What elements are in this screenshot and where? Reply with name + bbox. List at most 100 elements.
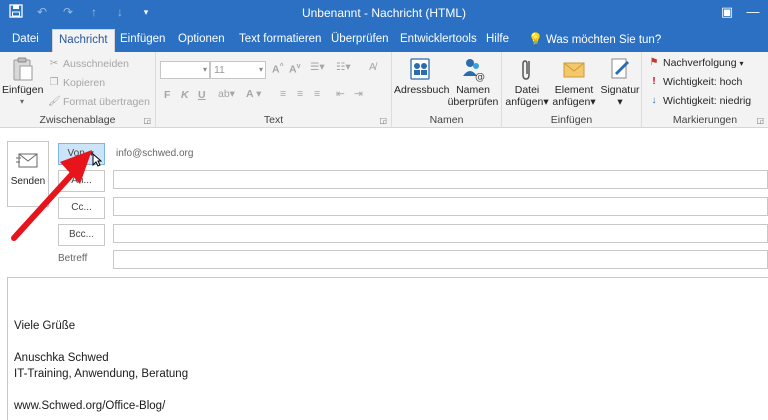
- envelope-icon: [563, 62, 585, 78]
- message-body[interactable]: Viele Grüße Anuschka Schwed IT-Training,…: [7, 277, 768, 420]
- tab-entwicklertools[interactable]: Entwicklertools: [394, 29, 483, 52]
- copy-label: Kopieren: [63, 77, 106, 89]
- signature-label: Signatur: [600, 84, 640, 96]
- check-names-button[interactable]: @ Namen überprüfen: [446, 56, 500, 108]
- ribbon-display-options-icon[interactable]: ▣: [716, 2, 738, 22]
- insert-group-label: Einfügen: [550, 114, 593, 126]
- increase-indent-icon[interactable]: ⇥: [354, 88, 363, 100]
- to-field[interactable]: [113, 170, 768, 189]
- group-clipboard: Einfügen ▾ ✂ Ausschneiden ❐ Kopieren 🖌 Form…: [0, 52, 156, 128]
- copy-button[interactable]: ❐ Kopieren: [48, 77, 106, 89]
- address-book-button[interactable]: Adressbuch: [394, 56, 450, 96]
- lightbulb-icon: 💡: [528, 32, 543, 46]
- window-title: Unbenannt - Nachricht (HTML): [301, 6, 467, 20]
- tab-nachricht[interactable]: Nachricht: [52, 29, 115, 52]
- scissors-icon: ✂: [49, 58, 59, 69]
- address-book-label: Adressbuch: [394, 84, 450, 96]
- subject-field[interactable]: [113, 250, 768, 269]
- cc-field[interactable]: [113, 197, 768, 216]
- tab-optionen[interactable]: Optionen: [172, 29, 231, 52]
- attach-file-label-2: anfügen: [505, 96, 544, 108]
- numbering-icon[interactable]: ☷▾: [336, 61, 351, 73]
- follow-up-button[interactable]: ⚑ Nachverfolgung ▾: [648, 57, 744, 69]
- clipboard-paste-icon: [13, 57, 33, 81]
- from-address: info@schwed.org: [116, 148, 194, 159]
- font-size-value: 11: [214, 64, 225, 76]
- cc-button[interactable]: Cc...: [58, 197, 105, 219]
- bcc-field[interactable]: [113, 224, 768, 243]
- tell-me-label: Was möchten Sie tun?: [545, 34, 662, 46]
- group-names: Adressbuch @ Namen überprüfen Namen: [392, 52, 502, 128]
- clear-formatting-icon[interactable]: A̸: [369, 61, 376, 73]
- signature-button[interactable]: Signatur ▾: [598, 56, 642, 108]
- send-envelope-icon: [16, 153, 38, 168]
- tab-ueberpruefen[interactable]: Überprüfen: [325, 29, 395, 52]
- dialog-launcher-icon[interactable]: ◲: [756, 116, 764, 125]
- paste-button[interactable]: Einfügen ▾: [2, 56, 43, 108]
- minimize-icon[interactable]: —: [742, 2, 764, 22]
- decrease-indent-icon[interactable]: ⇤: [336, 88, 345, 100]
- cut-button[interactable]: ✂ Ausschneiden: [48, 58, 129, 70]
- cut-label: Ausschneiden: [63, 58, 129, 70]
- body-signature-name: Anuschka Schwed: [14, 352, 109, 364]
- ribbon-tabs: Datei Nachricht Einfügen Optionen Text f…: [0, 26, 768, 52]
- svg-text:@: @: [475, 72, 485, 82]
- font-name-box[interactable]: ▾: [160, 61, 210, 79]
- chevron-down-icon: ▾: [258, 65, 263, 74]
- bold-button[interactable]: F: [164, 89, 170, 101]
- attach-item-button[interactable]: Element anfügen▾: [550, 56, 598, 108]
- tab-datei[interactable]: Datei: [6, 29, 45, 52]
- signature-icon: [611, 58, 629, 79]
- flag-icon: ⚑: [649, 57, 659, 68]
- tab-text-formatieren[interactable]: Text formatieren: [233, 29, 327, 52]
- format-painter-button[interactable]: 🖌 Format übertragen: [48, 96, 150, 108]
- importance-low-button[interactable]: ↓ Wichtigkeit: niedrig: [648, 95, 752, 107]
- brush-icon: 🖌: [48, 96, 61, 107]
- importance-low-label: Wichtigkeit: niedrig: [663, 95, 752, 107]
- highlight-icon[interactable]: ab▾: [218, 88, 235, 100]
- paste-dropdown-icon: ▾: [19, 97, 24, 106]
- body-signature-url: www.Schwed.org/Office-Blog/: [14, 400, 166, 412]
- check-names-label-1: Namen: [456, 84, 490, 96]
- align-left-icon[interactable]: ≡: [280, 88, 286, 100]
- clipboard-group-label: Zwischenablage: [39, 114, 116, 126]
- body-signature-title: IT-Training, Anwendung, Beratung: [14, 368, 189, 380]
- underline-button[interactable]: U: [198, 89, 206, 101]
- align-center-icon[interactable]: ≡: [297, 88, 303, 100]
- format-painter-label: Format übertragen: [63, 96, 150, 108]
- align-right-icon[interactable]: ≡: [314, 88, 320, 100]
- follow-up-label: Nachverfolgung: [663, 57, 737, 69]
- chevron-down-icon: ▾: [202, 65, 207, 74]
- font-color-icon[interactable]: A ▾: [246, 88, 261, 100]
- shrink-font-icon[interactable]: Av: [289, 63, 301, 76]
- importance-high-label: Wichtigkeit: hoch: [663, 76, 743, 88]
- dialog-launcher-icon[interactable]: ◲: [379, 116, 387, 125]
- ribbon: Einfügen ▾ ✂ Ausschneiden ❐ Kopieren 🖌 Form…: [0, 52, 768, 128]
- tags-group-label: Markierungen: [672, 114, 738, 126]
- italic-button[interactable]: K: [181, 89, 189, 101]
- to-button[interactable]: An...: [58, 170, 105, 192]
- text-group-label: Text: [263, 114, 284, 126]
- importance-high-button[interactable]: ! Wichtigkeit: hoch: [648, 76, 742, 88]
- font-size-box[interactable]: 11 ▾: [210, 61, 266, 79]
- address-book-icon: [410, 58, 430, 80]
- body-greeting: Viele Grüße: [14, 320, 76, 332]
- paperclip-icon: [522, 60, 530, 80]
- bullets-icon[interactable]: ☰▾: [310, 61, 325, 73]
- group-insert: Datei anfügen▾ Element anfügen▾ Signatur…: [502, 52, 642, 128]
- send-button[interactable]: Senden: [7, 141, 49, 207]
- subject-label: Betreff: [58, 253, 88, 264]
- tell-me-search[interactable]: 💡 Was möchten Sie tun?: [522, 29, 667, 52]
- tab-einfuegen[interactable]: Einfügen: [114, 29, 171, 52]
- send-label: Senden: [10, 176, 46, 187]
- bcc-button[interactable]: Bcc...: [58, 224, 105, 246]
- grow-font-icon[interactable]: A^: [272, 63, 284, 76]
- group-tags: ⚑ Nachverfolgung ▾ ! Wichtigkeit: hoch ↓ Wic…: [642, 52, 768, 128]
- attach-file-button[interactable]: Datei anfügen▾: [504, 56, 550, 108]
- dialog-launcher-icon[interactable]: ◲: [143, 116, 151, 125]
- copy-icon: ❐: [49, 77, 59, 88]
- window-controls: ▣ —: [716, 2, 764, 22]
- tab-hilfe[interactable]: Hilfe: [480, 29, 515, 52]
- exclamation-icon: !: [652, 76, 656, 87]
- check-names-icon: @: [463, 59, 485, 82]
